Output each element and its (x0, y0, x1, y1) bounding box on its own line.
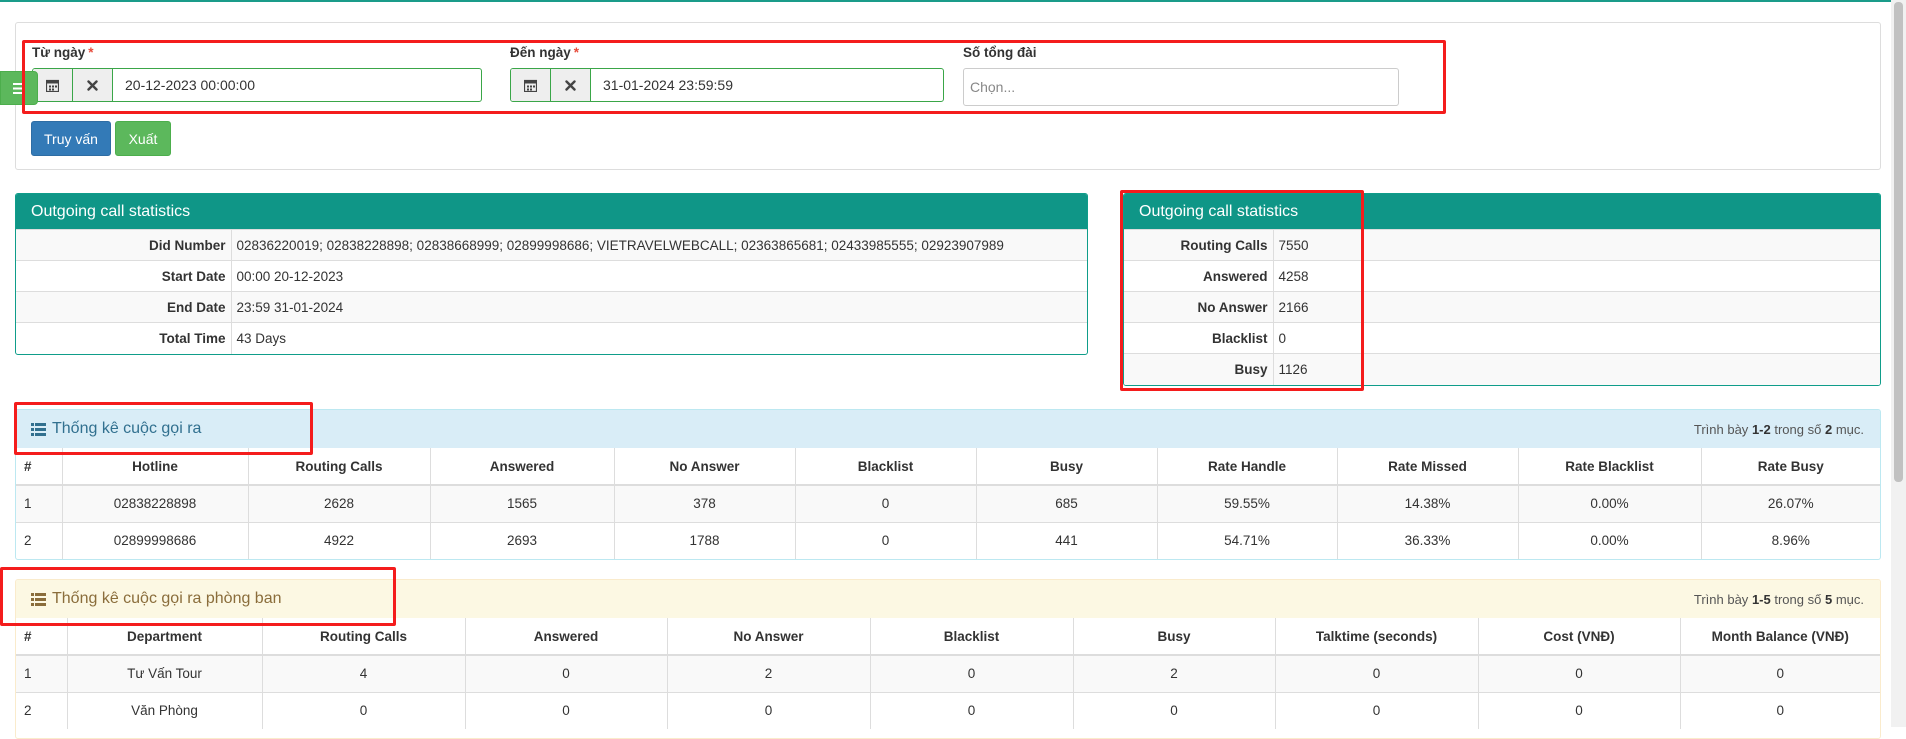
table-row: Start Date 00:00 20-12-2023 (16, 260, 1087, 292)
table-cell: 02838228898 (62, 484, 249, 522)
table-cell: 14.38% (1337, 484, 1519, 522)
table-cell: Văn Phòng (67, 691, 263, 729)
row-key: Did Number (16, 229, 232, 261)
start-date-value: 00:00 20-12-2023 (231, 260, 1087, 292)
top-accent-line (0, 0, 1906, 2)
table-cell: 1 (16, 654, 68, 692)
column-header[interactable]: Rate Missed (1337, 448, 1519, 486)
column-header[interactable]: Busy (1073, 618, 1276, 656)
table-cell: 0 (667, 691, 871, 729)
table-row: Did Number 02836220019; 02838228898; 028… (16, 229, 1087, 261)
table-cell: 54.71% (1157, 521, 1338, 559)
table-cell: Tư Vấn Tour (67, 654, 263, 692)
export-button[interactable]: Xuất (115, 121, 171, 156)
table-cell: 0 (465, 654, 668, 692)
table-cell: 0 (795, 484, 977, 522)
column-header[interactable]: Rate Busy (1701, 448, 1880, 486)
table-cell: 0 (795, 521, 977, 559)
end-date-value: 23:59 31-01-2024 (231, 291, 1087, 323)
table-row: 1 Tư Vấn Tour 4 0 2 0 2 0 0 0 (16, 654, 1880, 692)
table-cell: 02899998686 (62, 521, 249, 559)
column-header[interactable]: Rate Handle (1157, 448, 1338, 486)
page-scrollbar[interactable] (1891, 0, 1906, 727)
scrollbar-thumb[interactable] (1894, 2, 1903, 482)
pagination-summary: Trình bày 1-5 trong số 5 mục. (1693, 591, 1864, 607)
column-header[interactable]: Busy (976, 448, 1158, 486)
table-row: Total Time 43 Days (16, 322, 1087, 354)
row-key: End Date (16, 291, 232, 323)
table-row: 2 Văn Phòng 0 0 0 0 0 0 0 0 (16, 691, 1880, 729)
column-header[interactable]: Blacklist (870, 618, 1074, 656)
table-cell: 2693 (430, 521, 615, 559)
blacklist-value: 0 (1273, 322, 1880, 354)
row-key: Total Time (16, 322, 232, 354)
outgoing-table: # Hotline Routing Calls Answered No Answ… (16, 448, 1880, 559)
table-row: 2 02899998686 4922 2693 1788 0 441 54.71… (16, 521, 1880, 559)
table-cell: 0 (1275, 654, 1479, 692)
table-cell: 2 (1073, 654, 1276, 692)
table-cell: 2 (667, 654, 871, 692)
table-cell: 2628 (248, 484, 431, 522)
table-cell: 1565 (430, 484, 615, 522)
highlight-box-filters (22, 40, 1446, 114)
table-cell: 2 (16, 521, 63, 559)
info-panel: Outgoing call statistics Did Number 0283… (15, 193, 1088, 355)
table-cell: 4 (262, 654, 466, 692)
busy-value: 1126 (1273, 353, 1880, 385)
highlight-box-summary (1120, 190, 1364, 391)
table-cell: 0 (1478, 654, 1681, 692)
column-header[interactable]: Rate Blacklist (1518, 448, 1702, 486)
table-cell: 8.96% (1701, 521, 1880, 559)
table-row: 1 02838228898 2628 1565 378 0 685 59.55%… (16, 484, 1880, 522)
table-cell: 26.07% (1701, 484, 1880, 522)
no-answer-value: 2166 (1273, 291, 1880, 323)
table-cell: 441 (976, 521, 1158, 559)
answered-value: 4258 (1273, 260, 1880, 292)
table-cell: 378 (614, 484, 796, 522)
highlight-box-outgoing-title (14, 402, 313, 455)
table-cell: 0 (870, 654, 1074, 692)
table-cell: 0.00% (1518, 484, 1702, 522)
table-row: End Date 23:59 31-01-2024 (16, 291, 1087, 323)
table-cell: 4922 (248, 521, 431, 559)
table-cell: 1788 (614, 521, 796, 559)
total-time-value: 43 Days (231, 322, 1087, 354)
column-header[interactable]: No Answer (667, 618, 871, 656)
table-cell: 59.55% (1157, 484, 1338, 522)
table-cell: 0 (465, 691, 668, 729)
table-cell: 0 (870, 691, 1074, 729)
column-header[interactable]: Blacklist (795, 448, 977, 486)
column-header[interactable]: Answered (430, 448, 615, 486)
highlight-box-department-title (0, 567, 396, 626)
row-key: Start Date (16, 260, 232, 292)
table-cell: 1 (16, 484, 63, 522)
table-cell: 685 (976, 484, 1158, 522)
column-header[interactable]: Cost (VNĐ) (1478, 618, 1681, 656)
table-cell: 0 (1478, 691, 1681, 729)
did-number-value: 02836220019; 02838228898; 02838668999; 0… (231, 229, 1087, 261)
table-cell: 36.33% (1337, 521, 1519, 559)
pagination-summary: Trình bày 1-2 trong số 2 mục. (1693, 421, 1864, 437)
routing-calls-value: 7550 (1273, 229, 1880, 261)
table-cell: 0 (1073, 691, 1276, 729)
department-table: # Department Routing Calls Answered No A… (16, 618, 1880, 729)
query-button[interactable]: Truy vấn (31, 121, 111, 156)
column-header[interactable]: Answered (465, 618, 668, 656)
table-cell: 0 (262, 691, 466, 729)
info-table: Did Number 02836220019; 02838228898; 028… (16, 229, 1087, 354)
column-header[interactable]: Talktime (seconds) (1275, 618, 1479, 656)
table-cell: 0 (1680, 654, 1880, 692)
table-cell: 0.00% (1518, 521, 1702, 559)
table-cell: 0 (1275, 691, 1479, 729)
info-panel-title: Outgoing call statistics (16, 194, 1087, 229)
column-header[interactable]: No Answer (614, 448, 796, 486)
column-header[interactable]: Month Balance (VNĐ) (1680, 618, 1880, 656)
table-cell: 2 (16, 691, 68, 729)
table-cell: 0 (1680, 691, 1880, 729)
